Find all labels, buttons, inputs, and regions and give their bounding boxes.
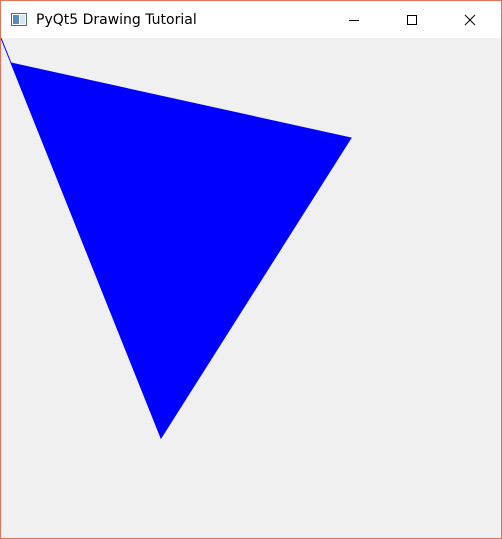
app-window: PyQt5 Drawing Tutorial — [0, 0, 502, 539]
minimize-button[interactable] — [331, 1, 377, 38]
title-bar[interactable]: PyQt5 Drawing Tutorial — [1, 1, 501, 38]
window-app-icon — [11, 13, 27, 26]
drawing-canvas — [1, 38, 501, 538]
minimize-icon — [349, 19, 359, 21]
close-button[interactable] — [447, 1, 493, 38]
maximize-button[interactable] — [389, 1, 435, 38]
close-icon — [464, 14, 476, 25]
window-title: PyQt5 Drawing Tutorial — [36, 12, 197, 28]
maximize-icon — [407, 14, 417, 25]
